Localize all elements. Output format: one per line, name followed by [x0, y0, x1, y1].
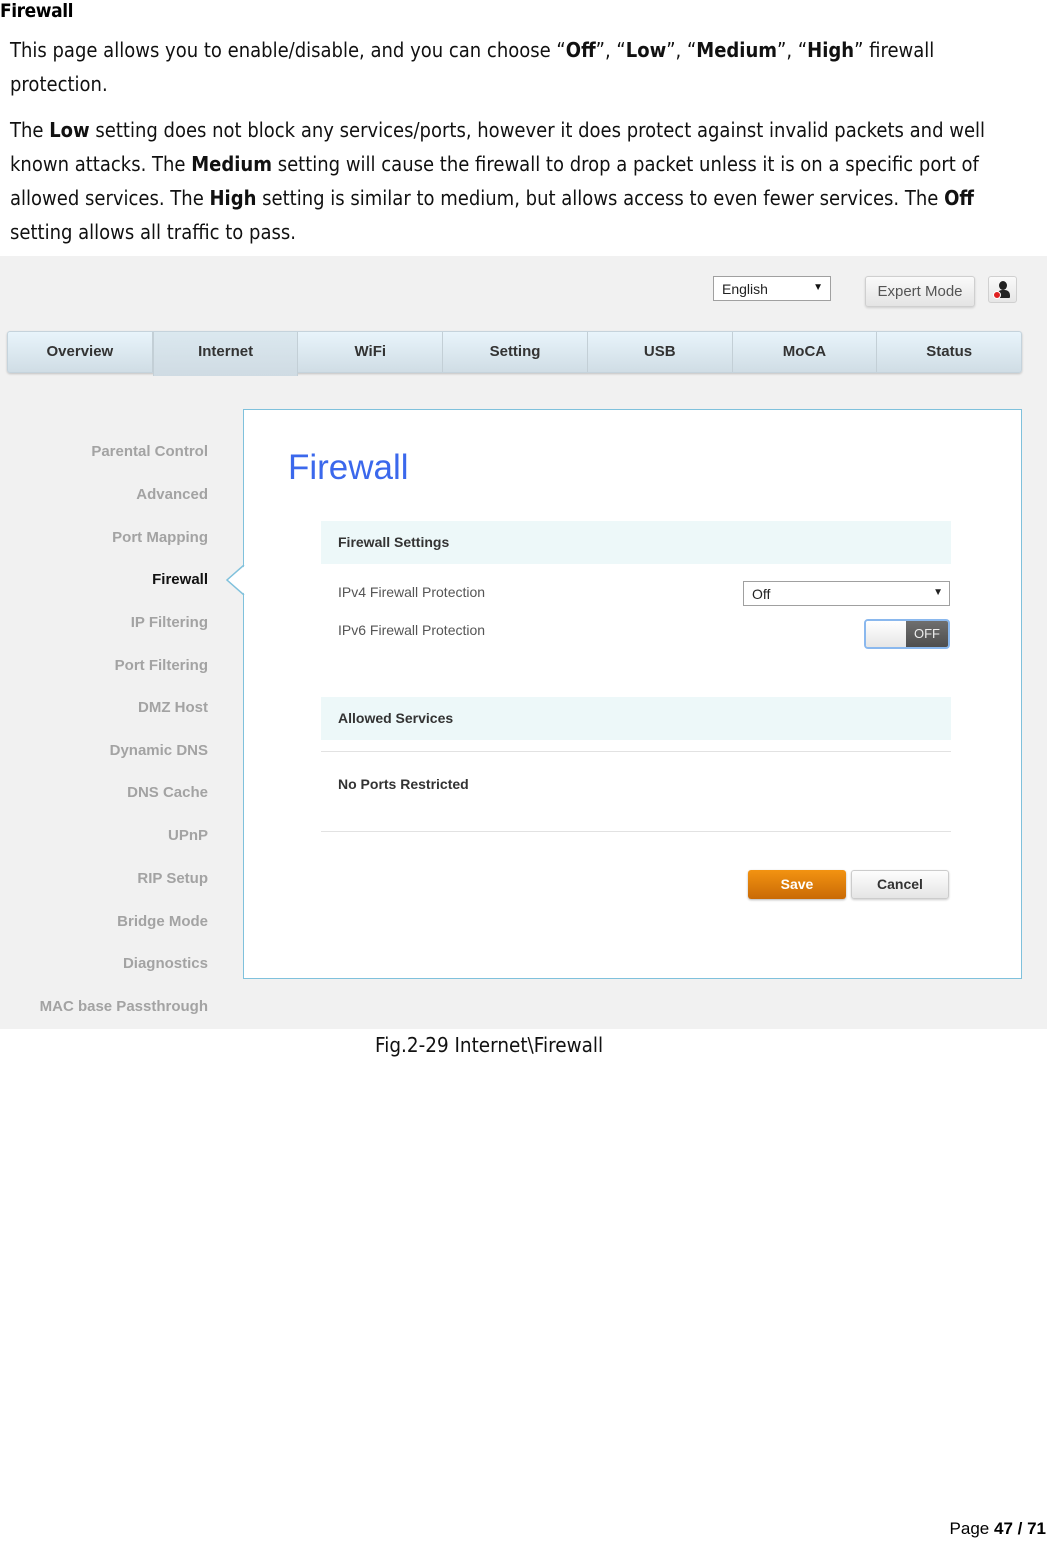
tab-wifi[interactable]: WiFi: [298, 332, 444, 372]
active-item-pointer-icon: [226, 565, 246, 595]
dropdown-arrow-icon: ▼: [813, 282, 823, 293]
sidebar-item-parental-control[interactable]: Parental Control: [91, 443, 208, 460]
sidebar-item-ip-filtering[interactable]: IP Filtering: [131, 614, 208, 631]
sidebar-item-mac-base-passthrough[interactable]: MAC base Passthrough: [40, 998, 208, 1015]
allowed-services-value: No Ports Restricted: [338, 776, 469, 792]
sidebar-item-upnp[interactable]: UPnP: [168, 827, 208, 844]
text: The: [10, 118, 50, 142]
bold-high: High: [209, 186, 257, 210]
bold-off: Off: [565, 38, 596, 62]
figure-caption: Fig.2-29 Internet\Firewall: [375, 1033, 604, 1057]
sidebar-item-dynamic-dns[interactable]: Dynamic DNS: [110, 742, 208, 759]
bold-medium: Medium: [191, 152, 272, 176]
tab-internet[interactable]: Internet: [152, 332, 299, 376]
text: setting allows all traffic to pass.: [10, 220, 296, 244]
bold-high: High: [807, 38, 855, 62]
bold-low: Low: [49, 118, 90, 142]
firewall-panel: Firewall Firewall Settings IPv4 Firewall…: [243, 409, 1022, 979]
document-heading: Firewall: [0, 0, 74, 22]
text: This page allows you to enable/disable, …: [10, 38, 566, 62]
logout-badge-icon: [993, 291, 1001, 299]
firewall-settings-header: Firewall Settings: [321, 521, 951, 564]
text: ”, “: [666, 38, 697, 62]
allowed-services-header: Allowed Services: [321, 697, 951, 740]
bold-off: Off: [944, 186, 974, 210]
ipv4-protection-value: Off: [752, 586, 771, 602]
tab-moca[interactable]: MoCA: [733, 332, 878, 372]
language-select-value: English: [722, 281, 768, 297]
tab-overview[interactable]: Overview: [8, 332, 153, 372]
ipv6-protection-label: IPv6 Firewall Protection: [338, 622, 486, 638]
panel-title: Firewall: [288, 448, 409, 487]
sidebar-item-firewall[interactable]: Firewall: [152, 571, 208, 588]
ipv6-protection-toggle[interactable]: OFF: [864, 619, 950, 649]
router-ui-screenshot: English ▼ Expert Mode Overview Internet …: [0, 256, 1047, 1029]
description-paragraph: The Low setting does not block any servi…: [10, 113, 1018, 249]
toggle-knob: [866, 621, 908, 647]
bold-medium: Medium: [696, 38, 778, 62]
page-total: 71: [1027, 1519, 1046, 1538]
ipv4-protection-select[interactable]: Off ▼: [743, 581, 950, 606]
page-separator: /: [1012, 1519, 1028, 1538]
page-label: Page: [949, 1519, 994, 1538]
save-button[interactable]: Save: [748, 870, 846, 899]
page-current: 47: [993, 1519, 1013, 1538]
cancel-button[interactable]: Cancel: [851, 870, 949, 899]
toggle-state-label: OFF: [906, 621, 948, 647]
dropdown-arrow-icon: ▼: [933, 587, 943, 598]
bold-low: Low: [625, 38, 667, 62]
divider: [321, 831, 951, 832]
ipv4-protection-label: IPv4 Firewall Protection: [338, 584, 486, 600]
tab-status[interactable]: Status: [877, 332, 1021, 372]
sidebar-item-port-mapping[interactable]: Port Mapping: [112, 529, 208, 546]
text: ”, “: [595, 38, 626, 62]
sidebar-item-bridge-mode[interactable]: Bridge Mode: [117, 913, 208, 930]
tab-setting[interactable]: Setting: [443, 332, 588, 372]
text: ”, “: [777, 38, 808, 62]
divider: [321, 751, 951, 752]
intro-paragraph: This page allows you to enable/disable, …: [10, 33, 1018, 101]
language-select[interactable]: English ▼: [713, 276, 831, 301]
user-logout-button[interactable]: [988, 276, 1017, 303]
sidebar-item-rip-setup[interactable]: RIP Setup: [137, 870, 208, 887]
tab-usb[interactable]: USB: [588, 332, 733, 372]
sidebar-item-dmz-host[interactable]: DMZ Host: [138, 699, 208, 716]
page-footer: Page 47 / 71: [950, 1519, 1046, 1539]
text: setting is similar to medium, but allows…: [256, 186, 945, 210]
sidebar-item-port-filtering[interactable]: Port Filtering: [115, 657, 208, 674]
sidebar-item-dns-cache[interactable]: DNS Cache: [127, 784, 208, 801]
user-icon: [999, 281, 1007, 290]
expert-mode-button[interactable]: Expert Mode: [865, 276, 975, 307]
main-nav: Overview Internet WiFi Setting USB MoCA …: [7, 331, 1022, 376]
sidebar-item-advanced[interactable]: Advanced: [136, 486, 208, 503]
sidebar-item-diagnostics[interactable]: Diagnostics: [123, 955, 208, 972]
